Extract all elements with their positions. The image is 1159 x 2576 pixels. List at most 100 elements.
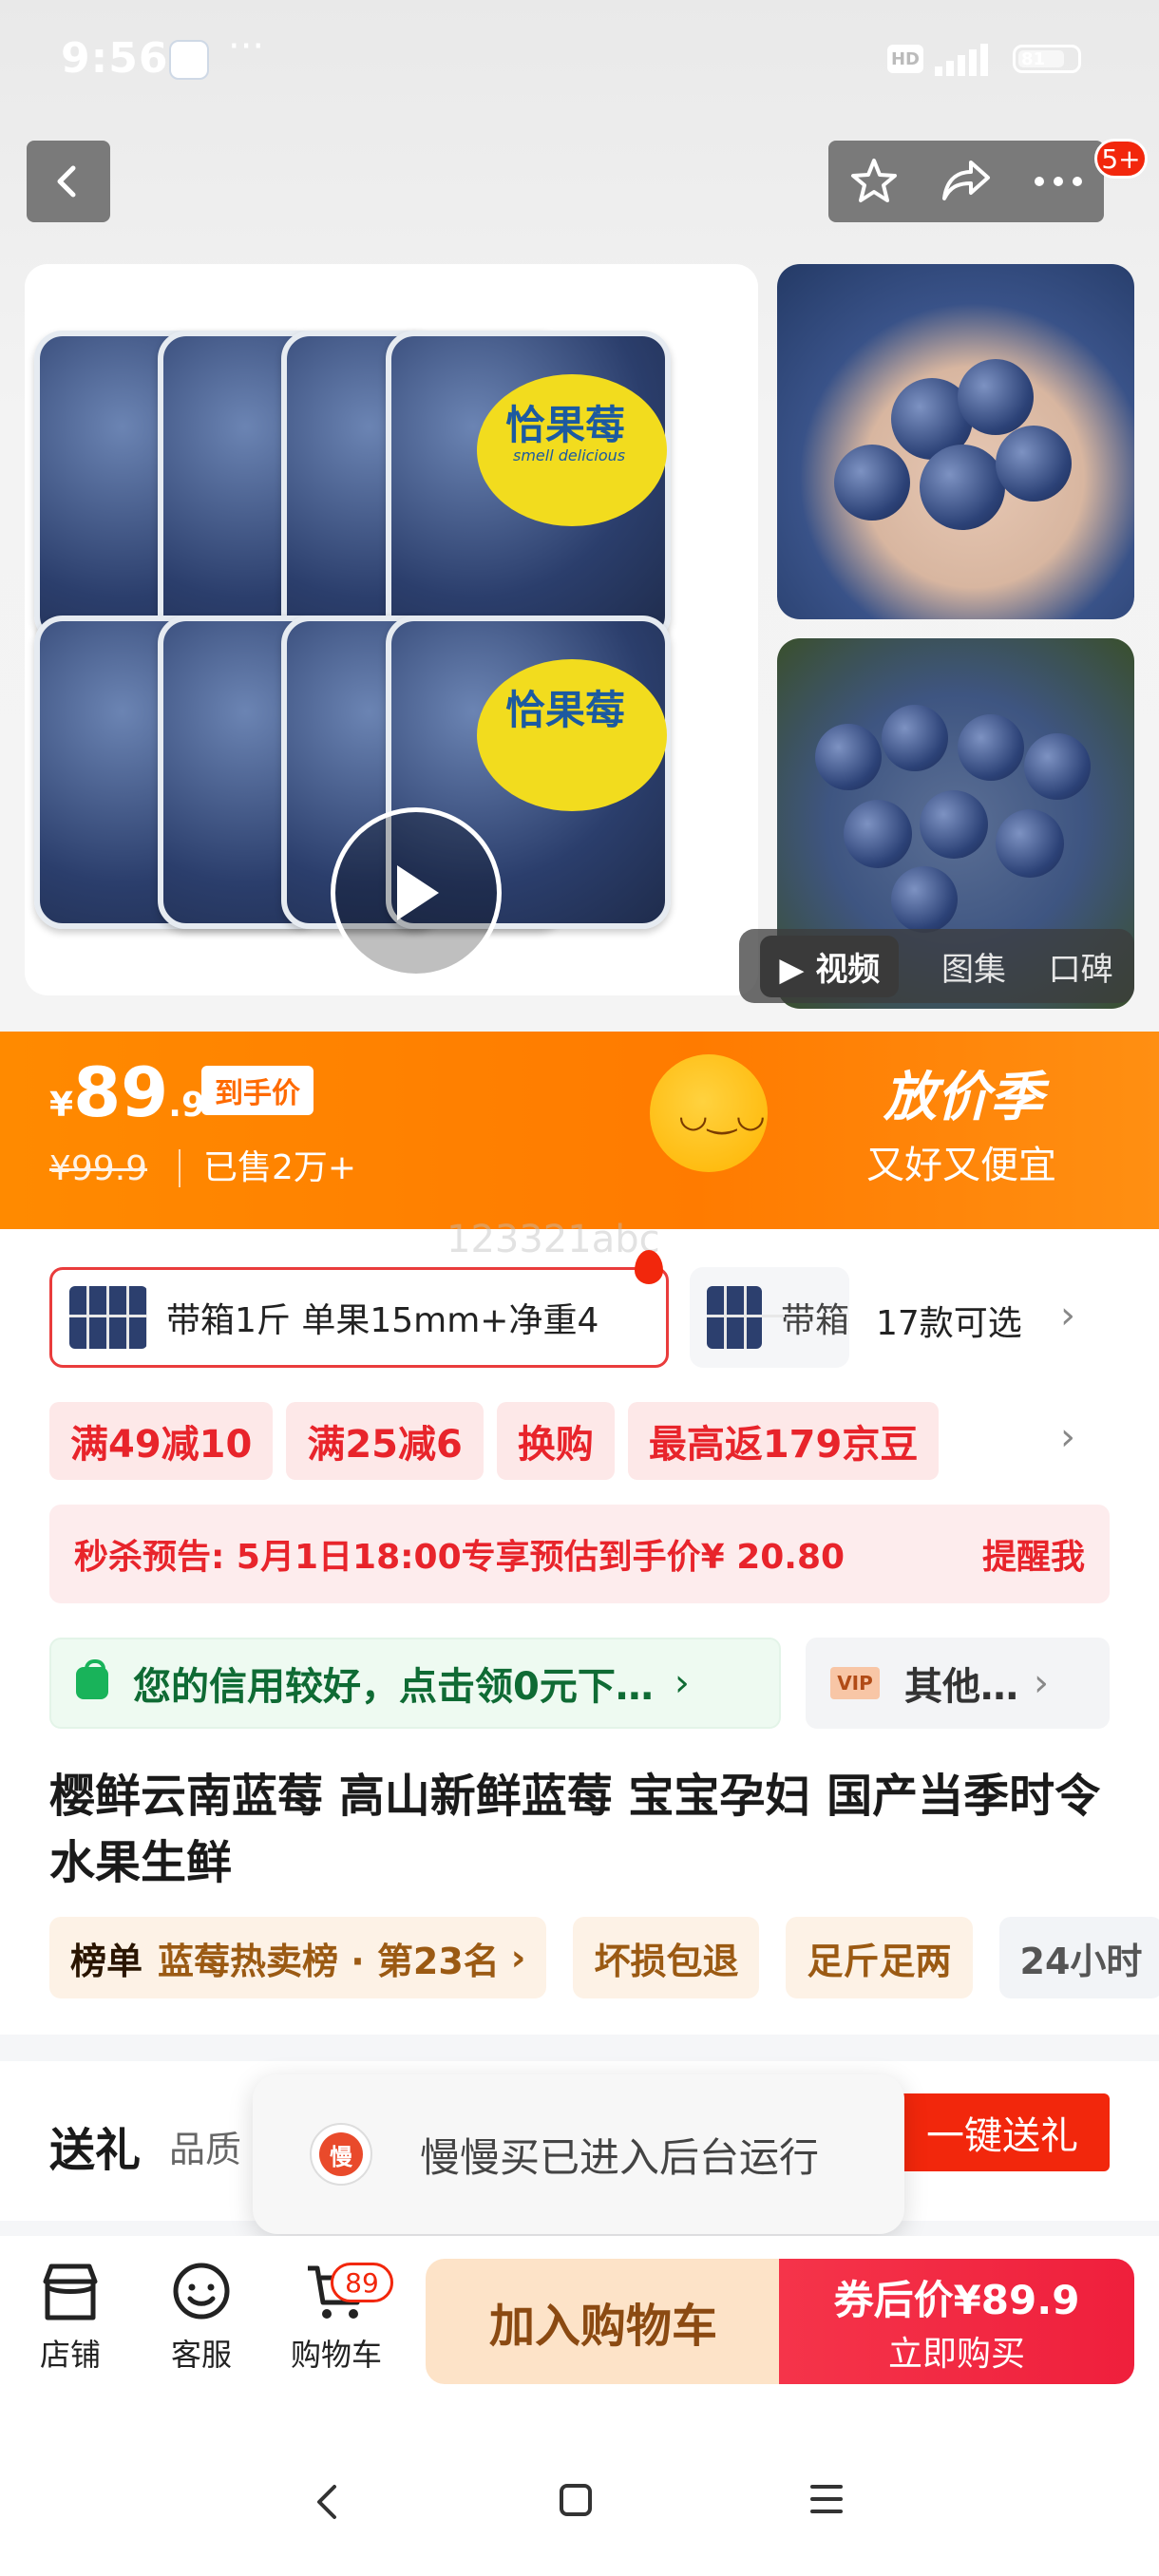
credit-banner[interactable]: 您的信用较好，点击领0元下… › xyxy=(49,1638,781,1729)
promo-tag[interactable]: 满25减6 xyxy=(286,1402,484,1480)
section-divider xyxy=(0,2035,1159,2061)
tab-gallery[interactable]: 图集 xyxy=(941,943,1006,990)
smiley-chat-icon xyxy=(173,2263,230,2320)
buy-now-button[interactable]: 券后价¥89.9 立即购买 xyxy=(779,2259,1134,2384)
gift-title: 送礼 xyxy=(49,2124,142,2177)
hot-fire-icon xyxy=(635,1250,663,1284)
season-subtitle: 又好又便宜 xyxy=(866,1144,1056,1187)
vip-banner[interactable]: VIP 其他… › xyxy=(806,1638,1110,1729)
service-tag[interactable]: 24小时 xyxy=(998,1917,1159,1998)
price-banner: ¥ 89 .9 到手价 ¥99.9 已售2万+ ◡‿◡ 放价季 又好又便宜 xyxy=(0,1032,1159,1229)
product-tags: 榜单 蓝莓热卖榜 · 第23名 › 坏损包退 足斤足两 24小时 xyxy=(49,1917,1159,1998)
berry xyxy=(834,445,910,521)
gallery-area: 9:56 ··· HD 81 5+ 恰果莓 smell delicious 恰果… xyxy=(0,0,1159,1032)
main-product-image[interactable]: 恰果莓 smell delicious 恰果莓 xyxy=(25,264,758,995)
ranking-label: 榜单 xyxy=(70,1940,143,1982)
berry xyxy=(815,724,882,790)
favorite-star-icon[interactable] xyxy=(847,155,901,208)
battery-icon: 81 xyxy=(1013,45,1081,73)
sku-count[interactable]: 17款可选 xyxy=(876,1296,1022,1345)
berry xyxy=(882,705,948,771)
play-icon xyxy=(397,865,439,920)
sku-option-selected[interactable]: 带箱1斤 单果15mm+净重4 xyxy=(49,1267,669,1368)
seckill-text: 秒杀预告: 5月1日18:00专享预估到手价¥ 20.80 xyxy=(74,1538,846,1577)
price-currency: ¥ xyxy=(49,1086,74,1125)
share-icon[interactable] xyxy=(939,157,994,206)
system-nav-bar xyxy=(0,2415,1159,2576)
nav-home-icon[interactable] xyxy=(559,2483,593,2517)
berry xyxy=(1024,733,1091,800)
ranking-tag[interactable]: 榜单 蓝莓热卖榜 · 第23名 › xyxy=(49,1917,547,1998)
store-icon xyxy=(43,2263,98,2320)
price-decimal: .9 xyxy=(168,1086,205,1125)
berry xyxy=(920,445,1005,530)
shop-button[interactable]: 店铺 xyxy=(13,2261,127,2375)
more-icon[interactable] xyxy=(1032,175,1085,188)
media-tabs: ▶ 视频 图集 口碑 xyxy=(739,929,1134,1003)
top-action-group xyxy=(828,141,1104,222)
service-tag[interactable]: 坏损包退 xyxy=(573,1917,760,1998)
chevron-left-icon xyxy=(57,165,76,198)
berry xyxy=(996,809,1064,878)
chevron-right-icon: › xyxy=(674,1661,690,1705)
play-video-button[interactable] xyxy=(331,807,502,978)
background-toast: 慢 慢慢买已进入后台运行 xyxy=(253,2074,904,2234)
product-page: 9:56 ··· HD 81 5+ 恰果莓 smell delicious 恰果… xyxy=(0,0,1159,2576)
sku-option[interactable]: 带箱 xyxy=(690,1267,849,1368)
toast-text: 慢慢买已进入后台运行 xyxy=(420,2133,820,2181)
tab-video[interactable]: ▶ 视频 xyxy=(760,935,900,997)
customer-service-button[interactable]: 客服 xyxy=(144,2261,258,2375)
chevron-right-icon: › xyxy=(1034,1661,1049,1705)
service-label: 客服 xyxy=(170,2337,232,2373)
chevron-right-icon[interactable]: › xyxy=(1060,1294,1075,1337)
gift-subtitle: 品质 xyxy=(169,2129,242,2170)
ranking-text: 蓝莓热卖榜 · 第23名 xyxy=(158,1940,500,1982)
status-more: ··· xyxy=(228,25,265,68)
status-indicators: HD 81 xyxy=(887,42,1081,76)
promo-tag[interactable]: 换购 xyxy=(496,1402,615,1480)
berry xyxy=(844,800,912,868)
nav-back-icon[interactable] xyxy=(314,2483,342,2521)
battery-level: 81 xyxy=(1021,48,1046,69)
cart-label: 购物车 xyxy=(290,2337,382,2373)
thumbnail-hand-berries[interactable] xyxy=(777,264,1134,619)
sku-thumbnail xyxy=(707,1286,785,1349)
price-tag: 到手价 xyxy=(201,1066,314,1115)
sold-count: 已售2万+ xyxy=(179,1149,356,1187)
add-to-cart-button[interactable]: 加入购物车 xyxy=(426,2259,781,2384)
chevron-right-icon[interactable]: › xyxy=(1060,1415,1075,1459)
promo-tag[interactable]: 满49减10 xyxy=(49,1402,274,1480)
label-brand: 恰果莓 xyxy=(505,687,626,733)
send-gift-button[interactable]: 一键送礼 xyxy=(895,2093,1110,2171)
credit-text: 您的信用较好，点击领0元下… xyxy=(133,1665,654,1709)
message-badge: 5+ xyxy=(1094,139,1148,179)
tab-reviews[interactable]: 口碑 xyxy=(1049,943,1113,990)
berry xyxy=(958,714,1024,781)
status-bar: 9:56 ··· HD 81 xyxy=(0,0,1159,119)
buy-now-label: 立即购买 xyxy=(887,2334,1025,2374)
chat-app-icon xyxy=(169,40,209,80)
back-button[interactable] xyxy=(27,141,110,222)
signal-icon xyxy=(935,42,1001,76)
promo-tag[interactable]: 最高返179京豆 xyxy=(627,1402,940,1480)
berry xyxy=(920,790,988,859)
berry xyxy=(996,426,1072,502)
status-time: 9:56 xyxy=(61,34,169,83)
remind-me-button[interactable]: 提醒我 xyxy=(982,1529,1085,1579)
berry xyxy=(958,359,1034,435)
sku-label: 带箱 xyxy=(780,1301,849,1340)
price-integer: 89 xyxy=(73,1052,169,1132)
shopping-bag-icon xyxy=(76,1659,108,1699)
final-price: ¥ 89 .9 xyxy=(49,1052,205,1132)
promotion-list: 满49减10 满25减6 换购 最高返179京豆 xyxy=(49,1402,940,1480)
watermark: 123321abc xyxy=(446,1218,660,1261)
nav-menu-icon[interactable] xyxy=(809,2483,844,2515)
app-logo-icon: 慢 xyxy=(310,2123,372,2186)
seckill-notice: 秒杀预告: 5月1日18:00专享预估到手价¥ 20.80 提醒我 xyxy=(49,1505,1110,1603)
product-title: 樱鲜云南蓝莓 高山新鲜蓝莓 宝宝孕妇 国产当季时令水果生鲜 xyxy=(49,1770,1101,1889)
hd-icon: HD xyxy=(887,45,923,73)
service-tag[interactable]: 足斤足两 xyxy=(786,1917,973,1998)
season-title: 放价季 xyxy=(884,1067,1043,1128)
tab-video-label: 视频 xyxy=(815,950,881,989)
app-logo-char: 慢 xyxy=(319,2132,363,2176)
